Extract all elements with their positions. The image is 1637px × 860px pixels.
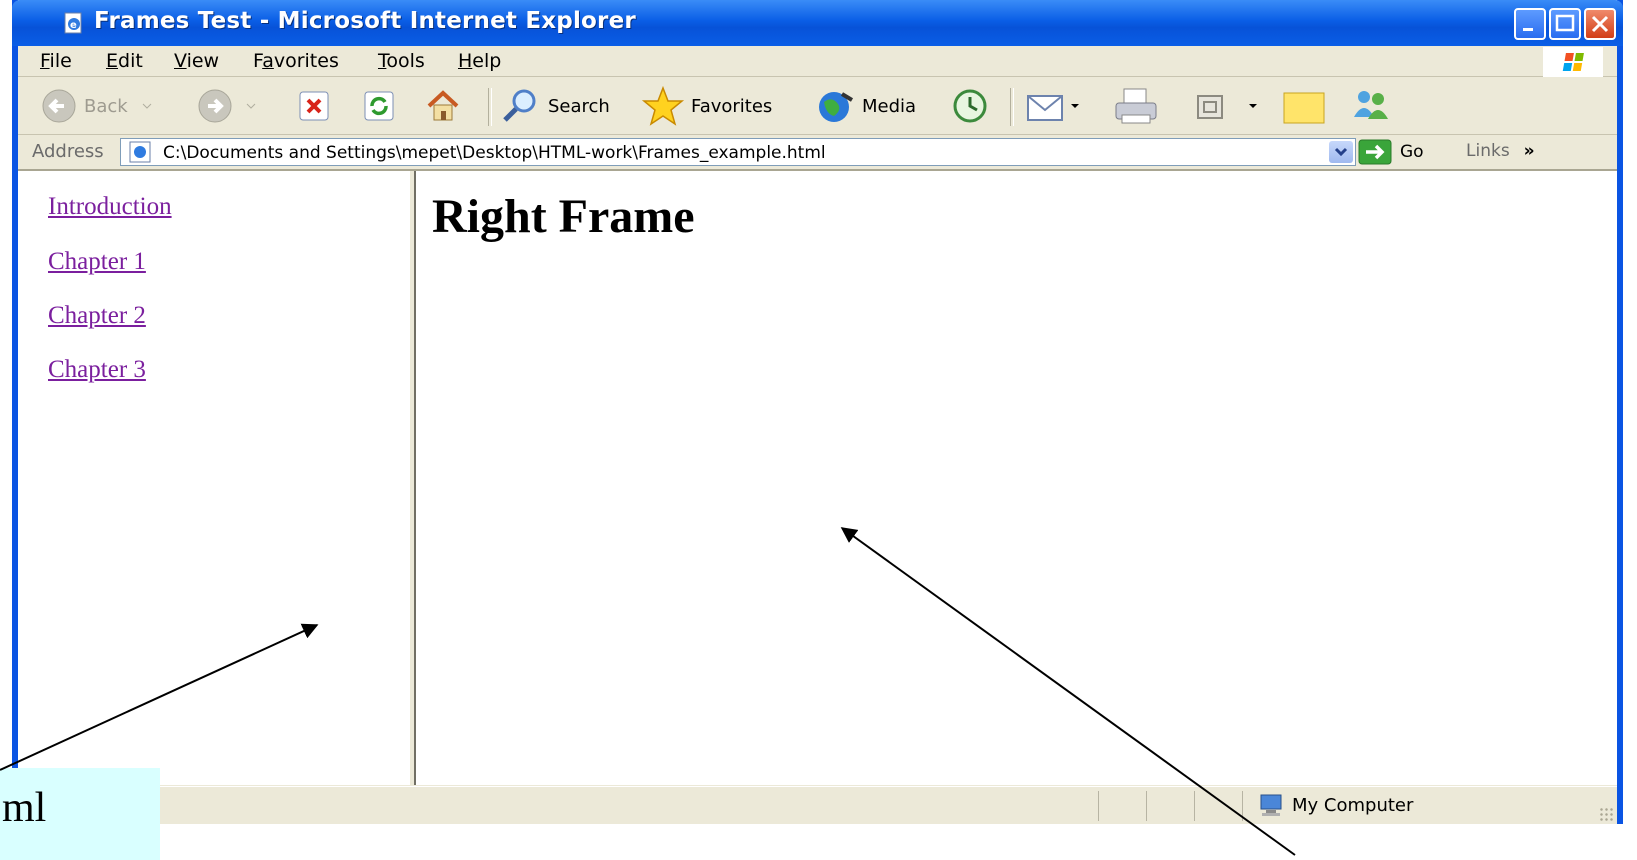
resize-grip[interactable] xyxy=(1599,807,1613,821)
link-chapter-2[interactable]: Chapter 2 xyxy=(48,302,146,330)
my-computer-icon xyxy=(1260,794,1282,816)
refresh-button[interactable] xyxy=(361,84,397,128)
window-title: Frames Test - Microsoft Internet Explore… xyxy=(94,8,636,34)
menu-view[interactable]: View xyxy=(174,50,219,72)
right-frame-heading: Right Frame xyxy=(432,190,695,243)
favorites-button[interactable]: Favorites xyxy=(641,84,772,128)
media-button[interactable]: Media xyxy=(814,84,916,128)
messenger-users-icon xyxy=(1354,91,1388,119)
title-bar[interactable]: e Frames Test - Microsoft Internet Explo… xyxy=(12,0,1623,46)
menu-help[interactable]: Help xyxy=(458,50,501,72)
frameset: Introduction Chapter 1 Chapter 2 Chapter… xyxy=(18,171,1617,785)
close-button[interactable] xyxy=(1584,8,1616,40)
chevron-down-icon xyxy=(142,103,152,109)
edit-button[interactable] xyxy=(1190,84,1258,128)
svg-text:e: e xyxy=(70,20,77,31)
annotation-callout: ml xyxy=(0,768,160,860)
mail-button[interactable] xyxy=(1024,84,1080,128)
callout-text: ml xyxy=(2,785,47,831)
address-bar: Address C:\Documents and Settings\mepet\… xyxy=(18,135,1617,171)
toolbar-separator xyxy=(1010,88,1014,126)
status-divider xyxy=(1194,791,1195,821)
edit-page-icon xyxy=(1197,95,1223,119)
frame-splitter[interactable] xyxy=(408,171,416,785)
status-divider xyxy=(1098,791,1099,821)
security-zone: My Computer xyxy=(1258,793,1413,817)
media-globe-icon xyxy=(819,92,854,122)
refresh-icon xyxy=(364,91,394,121)
messenger-button[interactable] xyxy=(1348,84,1394,128)
search-label: Search xyxy=(548,95,610,117)
print-button[interactable] xyxy=(1112,84,1160,128)
discuss-button[interactable] xyxy=(1280,84,1328,128)
back-arrow-icon xyxy=(42,89,76,123)
history-icon xyxy=(953,89,987,123)
windows-logo xyxy=(1543,47,1603,77)
media-label: Media xyxy=(862,95,917,117)
forward-arrow-icon xyxy=(198,89,232,123)
standard-toolbar: Back Search Favorites Media xyxy=(18,78,1617,135)
link-introduction[interactable]: Introduction xyxy=(48,193,172,221)
forward-button[interactable] xyxy=(196,84,258,128)
menu-edit[interactable]: Edit xyxy=(106,50,143,72)
status-divider xyxy=(1242,791,1243,821)
stop-button[interactable] xyxy=(296,84,332,128)
right-frame: Right Frame xyxy=(416,171,1617,785)
chevron-down-icon xyxy=(246,103,256,109)
link-chapter-3[interactable]: Chapter 3 xyxy=(48,356,146,384)
minimize-icon xyxy=(1523,28,1533,31)
link-chapter-1[interactable]: Chapter 1 xyxy=(48,248,146,276)
address-dropdown-button[interactable] xyxy=(1329,141,1353,163)
go-label: Go xyxy=(1400,142,1424,162)
minimize-button[interactable] xyxy=(1514,8,1546,40)
status-divider xyxy=(1146,791,1147,821)
history-button[interactable] xyxy=(948,84,992,128)
menu-tools[interactable]: Tools xyxy=(378,50,425,72)
windows-flag-icon xyxy=(1562,53,1584,71)
back-label: Back xyxy=(84,95,128,117)
links-toolbar[interactable]: Links » xyxy=(1466,141,1535,161)
home-icon xyxy=(427,90,459,121)
close-icon xyxy=(1591,15,1609,33)
printer-icon xyxy=(1115,88,1157,124)
search-button[interactable]: Search xyxy=(500,84,610,128)
ie-page-icon xyxy=(129,141,151,163)
toolbar-separator xyxy=(488,88,492,126)
ie-page-icon: e xyxy=(64,12,82,34)
back-button[interactable]: Back xyxy=(40,84,154,128)
links-label: Links xyxy=(1466,141,1510,161)
slide-background xyxy=(0,824,1637,860)
zone-label: My Computer xyxy=(1292,794,1414,816)
maximize-icon xyxy=(1555,14,1575,32)
menu-favorites[interactable]: Favorites xyxy=(253,50,339,72)
maximize-button[interactable] xyxy=(1549,8,1581,40)
chevron-down-icon xyxy=(1071,104,1079,108)
address-input[interactable]: C:\Documents and Settings\mepet\Desktop\… xyxy=(120,138,1356,166)
mail-icon xyxy=(1027,95,1063,121)
left-frame: Introduction Chapter 1 Chapter 2 Chapter… xyxy=(22,171,408,785)
ie-window: e Frames Test - Microsoft Internet Explo… xyxy=(12,0,1623,860)
search-icon xyxy=(503,89,536,122)
chevron-down-icon xyxy=(1249,104,1257,108)
chevron-down-icon xyxy=(1334,147,1348,157)
favorites-label: Favorites xyxy=(691,95,773,117)
menu-file[interactable]: File xyxy=(40,50,72,72)
address-url: C:\Documents and Settings\mepet\Desktop\… xyxy=(163,143,826,163)
go-button[interactable]: Go xyxy=(1358,139,1424,165)
stop-icon xyxy=(299,91,329,121)
links-chevron-icon[interactable]: » xyxy=(1524,141,1535,161)
star-icon xyxy=(641,85,685,126)
sticky-note-icon xyxy=(1283,92,1325,124)
address-label: Address xyxy=(32,141,104,162)
status-bar: My Computer xyxy=(18,786,1617,825)
go-arrow-icon xyxy=(1358,139,1392,165)
home-button[interactable] xyxy=(423,84,463,128)
menu-bar: File Edit View Favorites Tools Help xyxy=(18,46,1617,77)
